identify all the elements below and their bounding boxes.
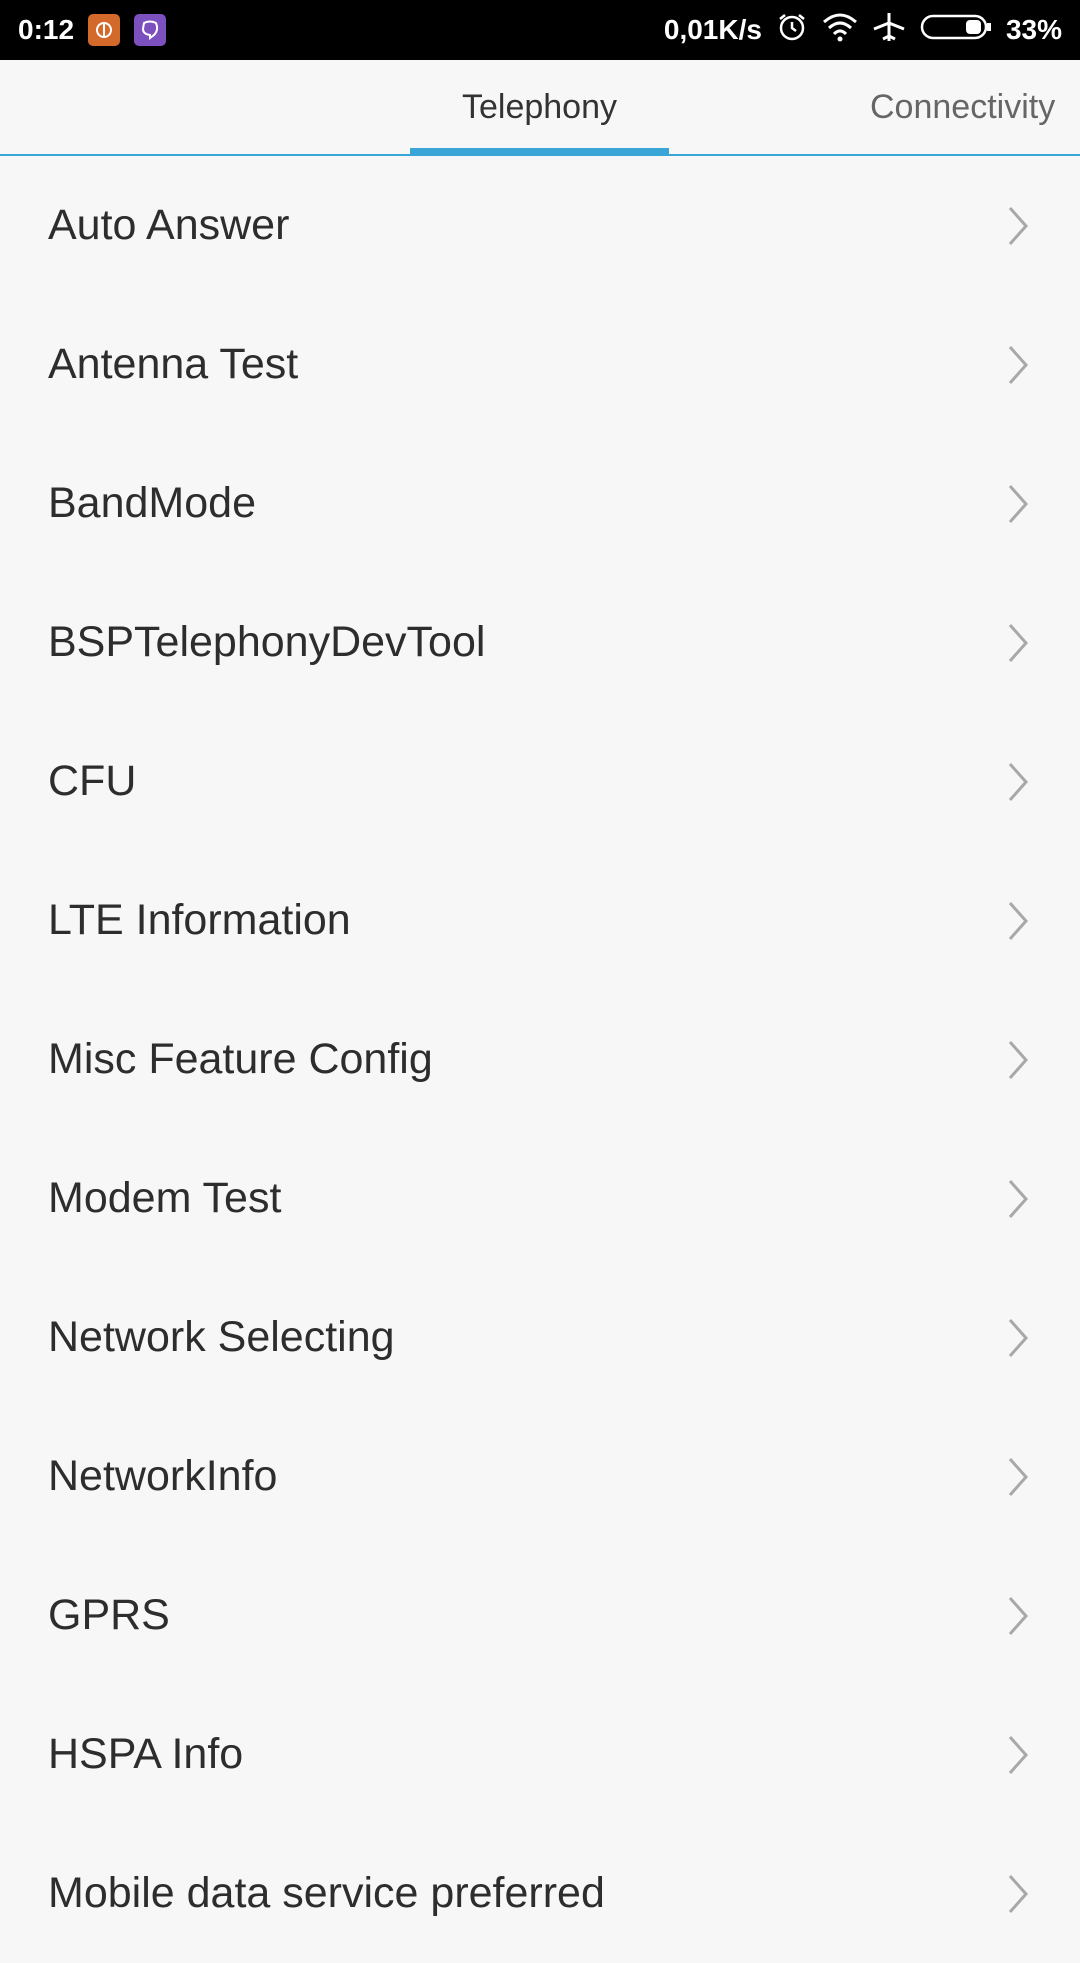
list-item-label: LTE Information: [48, 896, 351, 944]
tab-indicator: [410, 148, 669, 156]
chevron-right-icon: [1008, 1318, 1029, 1357]
list-item-label: GPRS: [48, 1591, 170, 1639]
list-item-lte-information[interactable]: LTE Information: [0, 851, 1080, 990]
alarm-icon: [776, 11, 808, 50]
chevron-right-icon: [1008, 1457, 1029, 1496]
list-item-gprs[interactable]: GPRS: [0, 1546, 1080, 1685]
list-item-label: Antenna Test: [48, 340, 299, 388]
chevron-right-icon: [1008, 1040, 1029, 1079]
list-item-networkinfo[interactable]: NetworkInfo: [0, 1407, 1080, 1546]
list-item-cfu[interactable]: CFU: [0, 712, 1080, 851]
tab-telephony[interactable]: Telephony: [410, 60, 669, 156]
chevron-right-icon: [1008, 206, 1029, 245]
viber-icon: [134, 14, 167, 46]
wifi-icon: [822, 12, 858, 49]
airplane-mode-icon: [872, 11, 906, 50]
list-item-modem-test[interactable]: Modem Test: [0, 1129, 1080, 1268]
list-item-antenna-test[interactable]: Antenna Test: [0, 295, 1080, 434]
chevron-right-icon: [1008, 762, 1029, 801]
list-item-label: NetworkInfo: [48, 1452, 278, 1500]
tab-bar: Telephony Connectivity: [0, 60, 1080, 156]
chevron-right-icon: [1008, 1179, 1029, 1218]
list-item-auto-answer[interactable]: Auto Answer: [0, 156, 1080, 295]
list-item-misc-feature-config[interactable]: Misc Feature Config: [0, 990, 1080, 1129]
list-item-label: Network Selecting: [48, 1313, 395, 1361]
battery-percent: 33%: [1005, 14, 1062, 45]
list-item-label: CFU: [48, 757, 137, 805]
list-item-bandmode[interactable]: BandMode: [0, 434, 1080, 573]
chevron-right-icon: [1008, 1596, 1029, 1635]
tab-connectivity[interactable]: Connectivity: [870, 60, 1080, 154]
list-item-label: Auto Answer: [48, 201, 290, 249]
chevron-right-icon: [1008, 484, 1029, 523]
chevron-right-icon: [1008, 1735, 1029, 1774]
network-speed: 0,01K/s: [663, 14, 762, 45]
chevron-right-icon: [1008, 1874, 1029, 1913]
list-item-mobile-data-service-preferred[interactable]: Mobile data service preferred: [0, 1824, 1080, 1963]
tab-label: Telephony: [461, 87, 617, 126]
list-item-label: Mobile data service preferred: [48, 1869, 605, 1917]
chevron-right-icon: [1008, 901, 1029, 940]
status-bar: 0:12 0,01K/s 33%: [0, 0, 1080, 60]
list-item-label: Misc Feature Config: [48, 1035, 433, 1083]
list-item-label: BSPTelephonyDevTool: [48, 618, 486, 666]
chevron-right-icon: [1008, 623, 1029, 662]
chevron-right-icon: [1008, 345, 1029, 384]
notification-app-icon: [88, 14, 121, 46]
telephony-list: Auto Answer Antenna Test BandMode BSPTel…: [0, 156, 1080, 1963]
battery-icon: [920, 13, 992, 48]
list-item-label: HSPA Info: [48, 1730, 244, 1778]
list-item-label: BandMode: [48, 479, 256, 527]
list-item-bsp-telephony-dev-tool[interactable]: BSPTelephonyDevTool: [0, 573, 1080, 712]
list-item-network-selecting[interactable]: Network Selecting: [0, 1268, 1080, 1407]
clock: 0:12: [18, 14, 75, 45]
list-item-label: Modem Test: [48, 1174, 282, 1222]
tab-label: Connectivity: [870, 87, 1056, 126]
list-item-hspa-info[interactable]: HSPA Info: [0, 1685, 1080, 1824]
